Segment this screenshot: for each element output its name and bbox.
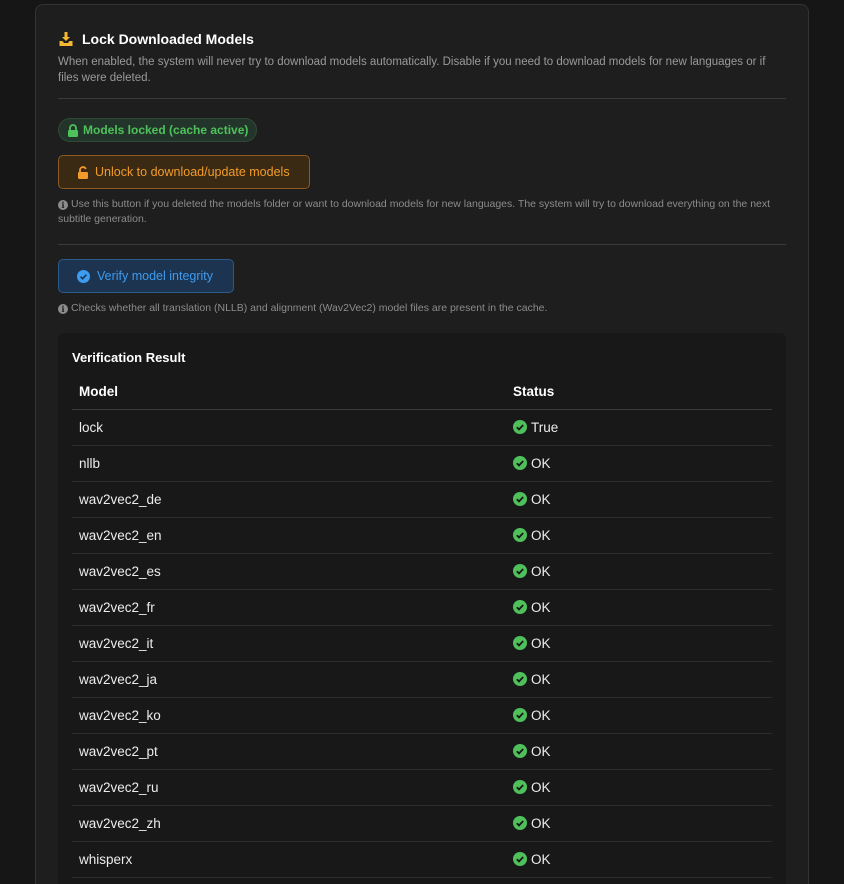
status-value: OK (531, 707, 551, 723)
status-value: OK (531, 635, 551, 651)
status-cell: OK (506, 841, 772, 878)
table-row: lock True (72, 409, 772, 446)
status-cell: OK (506, 661, 772, 698)
status-cell: OK (506, 625, 772, 662)
model-name-cell: wav2vec2_it (72, 625, 506, 662)
table-header-row: Model Status (72, 375, 772, 410)
status-value: OK (531, 599, 551, 615)
status-cell: OK (506, 517, 772, 554)
status-cell: OK (506, 697, 772, 734)
lock-status-label: Models locked (cache active) (83, 123, 249, 137)
section-header: Lock Downloaded Models (58, 31, 254, 47)
status-cell: OK (506, 481, 772, 518)
table-row: wav2vec2_fr OK (72, 589, 772, 626)
table-row: whisperx OK (72, 841, 772, 878)
verification-title: Verification Result (72, 350, 186, 365)
model-name-cell: wav2vec2_es (72, 553, 506, 590)
info-icon: i (58, 304, 68, 314)
status-cell: OK (506, 445, 772, 482)
status-cell: True (506, 409, 772, 446)
status-cell: OK (506, 805, 772, 842)
check-circle-icon (513, 744, 527, 758)
lock-status-badge: Models locked (cache active) (58, 118, 258, 142)
model-name-cell: wav2vec2_ru (72, 769, 506, 806)
table-row: wav2vec2_ja OK (72, 661, 772, 698)
check-circle-icon (513, 672, 527, 686)
model-name-cell: wav2vec2_fr (72, 589, 506, 626)
check-circle-icon (513, 528, 527, 542)
model-name-cell: wav2vec2_de (72, 481, 506, 518)
model-name-cell: wav2vec2_ko (72, 697, 506, 734)
status-value: OK (531, 779, 551, 795)
lock-icon (67, 123, 79, 137)
info-icon: i (58, 200, 68, 210)
model-name-cell: lock (72, 409, 506, 446)
divider (58, 244, 786, 245)
unlock-icon (77, 165, 89, 179)
check-circle-icon (513, 636, 527, 650)
status-cell: OK (506, 553, 772, 590)
model-name-cell: wav2vec2_pt (72, 733, 506, 770)
status-value: OK (531, 491, 551, 507)
check-circle-icon (513, 420, 527, 434)
status-cell: OK (506, 589, 772, 626)
verify-integrity-button[interactable]: Verify model integrity (58, 259, 234, 293)
status-value: OK (531, 851, 551, 867)
table-row: wav2vec2_de OK (72, 481, 772, 518)
section-description: When enabled, the system will never try … (58, 56, 766, 84)
table-row: wav2vec2_es OK (72, 553, 772, 590)
model-name-cell: whisperx (72, 841, 506, 878)
status-value: OK (531, 563, 551, 579)
divider (58, 98, 786, 99)
check-circle-icon (513, 708, 527, 722)
status-value: OK (531, 815, 551, 831)
model-name-cell: wav2vec2_zh (72, 805, 506, 842)
check-circle-icon (513, 600, 527, 614)
table-row: wav2vec2_ru OK (72, 769, 772, 806)
unlock-hint-text: Use this button if you deleted the model… (58, 198, 771, 225)
status-value: True (531, 419, 559, 435)
model-name-cell: wav2vec2_en (72, 517, 506, 554)
verify-hint: i Checks whether all translation (NLLB) a… (58, 301, 783, 316)
table-row: wav2vec2_zh OK (72, 805, 772, 842)
check-circle-icon (513, 564, 527, 578)
status-value: OK (531, 527, 551, 543)
verify-button-label: Verify model integrity (97, 269, 214, 283)
unlock-button-label: Unlock to download/update models (95, 165, 290, 179)
check-circle-icon (513, 456, 527, 470)
check-circle-icon (77, 269, 90, 283)
status-value: OK (531, 455, 551, 471)
status-cell: OK (506, 733, 772, 770)
table-row: wav2vec2_en OK (72, 517, 772, 554)
verification-table: Model Status lock True nllb OK wav2vec2_de OK… (72, 375, 772, 878)
check-circle-icon (513, 816, 527, 830)
status-value: OK (531, 743, 551, 759)
check-circle-icon (513, 852, 527, 866)
table-row: wav2vec2_pt OK (72, 733, 772, 770)
verify-hint-text: Checks whether all translation (NLLB) an… (71, 302, 548, 314)
section-title: Lock Downloaded Models (82, 31, 254, 47)
download-icon (58, 31, 74, 47)
status-cell: OK (506, 769, 772, 806)
lock-models-panel: Lock Downloaded Models When enabled, the… (35, 4, 809, 884)
column-header-status: Status (506, 375, 772, 410)
unlock-hint: i Use this button if you deleted the mode… (58, 197, 783, 227)
model-name-cell: wav2vec2_ja (72, 661, 506, 698)
table-row: wav2vec2_it OK (72, 625, 772, 662)
unlock-models-button[interactable]: Unlock to download/update models (58, 155, 310, 189)
check-circle-icon (513, 780, 527, 794)
verification-result-panel: Verification Result Model Status lock Tru… (58, 333, 786, 884)
model-name-cell: nllb (72, 445, 506, 482)
table-row: nllb OK (72, 445, 772, 482)
check-circle-icon (513, 492, 527, 506)
column-header-model: Model (72, 375, 506, 410)
status-value: OK (531, 671, 551, 687)
table-row: wav2vec2_ko OK (72, 697, 772, 734)
